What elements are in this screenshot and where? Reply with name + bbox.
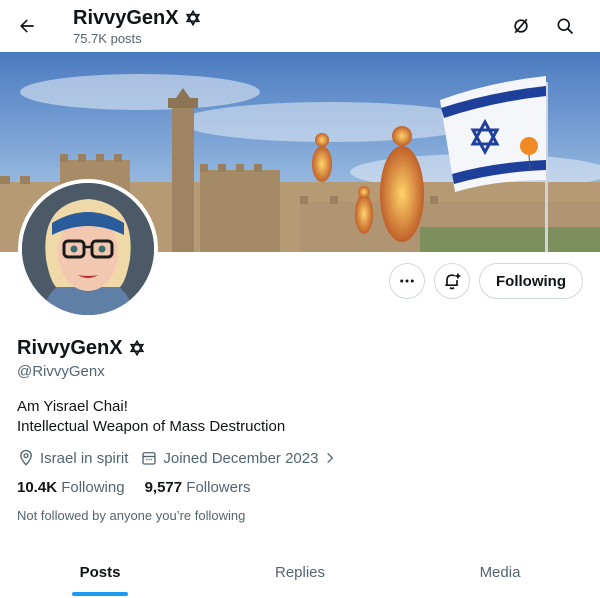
followers-label: Followers (186, 479, 251, 496)
avatar-image (22, 183, 154, 315)
followers-count: 9,577 (144, 479, 183, 496)
profile-handle: @RivvyGenx (17, 363, 105, 380)
bio-line: Intellectual Weapon of Mass Destruction (17, 418, 286, 435)
profile-actions: Following (389, 263, 583, 299)
profile-stats: 10.4K Following 9,577 Followers (17, 479, 587, 496)
tab-posts[interactable]: Posts (0, 548, 200, 598)
tab-media[interactable]: Media (400, 548, 600, 598)
more-horizontal-icon (400, 279, 414, 283)
location-pin-icon (20, 449, 32, 466)
tab-label: Posts (79, 564, 121, 581)
profile-name: RivvyGenX (17, 337, 123, 359)
search-icon (557, 18, 574, 35)
not-followed-note: Not followed by anyone you’re following (17, 508, 246, 523)
following-stat[interactable]: 10.4K Following (17, 479, 125, 496)
following-label: Following (61, 479, 125, 496)
more-button[interactable] (389, 263, 426, 299)
grok-button[interactable] (504, 9, 538, 43)
profile-avatar[interactable] (18, 179, 158, 319)
tab-replies[interactable]: Replies (200, 548, 400, 598)
back-button[interactable] (10, 9, 44, 43)
location-text: Israel in spirit (40, 449, 129, 467)
arrow-left-icon (20, 19, 34, 33)
grok-icon (514, 18, 528, 34)
tab-label: Media (479, 564, 521, 581)
active-tab-indicator (72, 592, 128, 596)
bio-line: Am Yisrael Chai! (17, 398, 128, 415)
joined-text: Joined December 2023 (163, 449, 319, 467)
bell-plus-icon (445, 273, 461, 290)
post-count: 75.7K posts (73, 31, 142, 46)
chevron-right-icon (327, 452, 334, 464)
notifications-button[interactable] (434, 263, 471, 299)
profile-meta: Israel in spirit Joined December 2023 (17, 449, 587, 467)
location: Israel in spirit (17, 449, 128, 467)
following-count: 10.4K (17, 479, 58, 496)
top-bar: RivvyGenX 75.7K posts (0, 0, 600, 52)
profile-info: RivvyGenX @RivvyGenx Am Yisrael Chai! In… (17, 336, 587, 523)
followers-stat[interactable]: 9,577 Followers (145, 479, 251, 496)
following-button[interactable]: Following (479, 263, 583, 299)
search-button[interactable] (548, 9, 582, 43)
joined-date[interactable]: Joined December 2023 (140, 449, 337, 467)
star-of-david-icon (129, 340, 144, 356)
header-title: RivvyGenX (73, 7, 179, 29)
profile-bio: Am Yisrael Chai! Intellectual Weapon of … (17, 397, 587, 437)
profile-tabs: Posts Replies Media (0, 548, 600, 598)
header-title-block: RivvyGenX 75.7K posts (73, 6, 201, 46)
calendar-icon (142, 452, 157, 465)
star-of-david-icon (185, 10, 200, 26)
tab-label: Replies (274, 564, 326, 581)
